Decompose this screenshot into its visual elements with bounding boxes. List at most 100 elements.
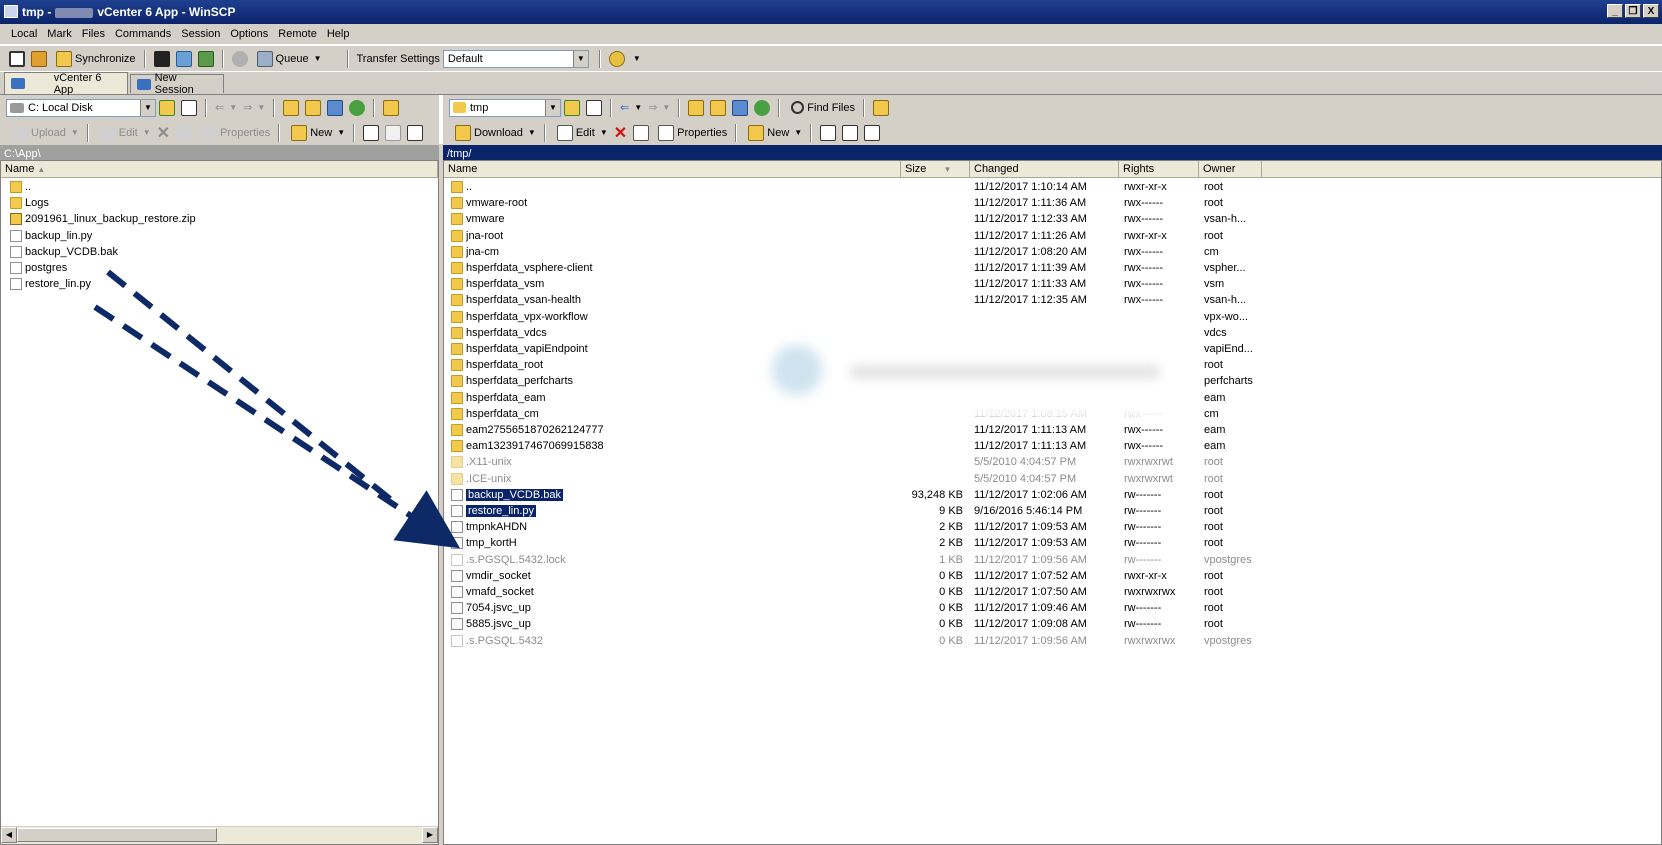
scroll-right-arrow-icon[interactable]: ▶ — [422, 827, 438, 843]
remote-col-owner[interactable]: Owner — [1199, 161, 1262, 177]
remote-file-row[interactable]: .s.PGSQL.5432 0 KB 11/12/2017 1:09:56 AM rw… — [444, 633, 1661, 649]
remote-col-size[interactable]: Size ▼ — [901, 161, 970, 177]
remote-col-name[interactable]: Name — [444, 161, 901, 177]
transfer-settings-select[interactable]: Default ▼ — [442, 49, 589, 68]
remote-file-row[interactable]: restore_lin.py 9 KB 9/16/2016 5:46:14 PM rw… — [444, 503, 1661, 519]
select-minus-icon[interactable] — [842, 124, 859, 141]
parent-directory-icon[interactable] — [688, 99, 705, 116]
rename-icon[interactable] — [176, 124, 193, 141]
preferences-gear-icon[interactable] — [231, 50, 248, 67]
compare-dirs-icon[interactable] — [31, 50, 47, 67]
putty-icon[interactable] — [175, 50, 192, 67]
open-directory-icon[interactable] — [564, 99, 580, 116]
select-plus-icon[interactable] — [820, 124, 837, 141]
remote-file-row[interactable]: .X11-unix 5/5/2010 4:04:57 PM rwxrwxrwt roo… — [444, 454, 1661, 470]
local-edit-button[interactable]: Edit ▼ — [97, 124, 151, 141]
refresh-icon[interactable] — [754, 99, 771, 116]
menu-help[interactable]: Help — [322, 24, 355, 40]
menu-options[interactable]: Options — [225, 24, 273, 40]
remote-col-rights[interactable]: Rights — [1119, 161, 1199, 177]
menu-local[interactable]: Local — [6, 24, 42, 40]
tree-icon[interactable] — [383, 99, 400, 116]
local-new-button[interactable]: New ▼ — [288, 124, 345, 141]
remote-file-row[interactable]: tmp_kortH 2 KB 11/12/2017 1:09:53 AM rw----… — [444, 535, 1661, 551]
remote-file-row[interactable]: eam1323917467069915838 11/12/2017 1:11:13… — [444, 438, 1661, 454]
menu-files[interactable]: Files — [77, 24, 110, 40]
back-button[interactable]: ⇐ ▼ — [215, 101, 237, 114]
tree-icon[interactable] — [872, 99, 889, 116]
home-directory-icon[interactable] — [732, 99, 749, 116]
local-horizontal-scrollbar[interactable]: ◀ ▶ — [1, 826, 438, 844]
rename-icon[interactable] — [633, 124, 650, 141]
chevron-down-icon[interactable]: ▼ — [633, 54, 641, 63]
filter-icon[interactable] — [181, 99, 197, 116]
remote-file-row[interactable]: tmpnkAHDN 2 KB 11/12/2017 1:09:53 AM rw----… — [444, 519, 1661, 535]
refresh-icon[interactable] — [197, 50, 214, 67]
tab-new-session[interactable]: New Session — [130, 72, 224, 96]
remote-file-row[interactable]: 5885.jsvc_up 0 KB 11/12/2017 1:09:08 AM rw-… — [444, 616, 1661, 632]
menu-remote[interactable]: Remote — [273, 24, 322, 40]
find-files-button[interactable]: Find Files — [788, 101, 855, 114]
minimize-button[interactable]: _ — [1607, 4, 1623, 18]
root-directory-icon[interactable] — [710, 99, 727, 116]
local-file-row[interactable]: .. — [1, 179, 438, 195]
forward-button[interactable]: ⇒ ▼ — [243, 101, 265, 114]
local-file-row[interactable]: 2091961_linux_backup_restore.zip — [1, 211, 438, 227]
remote-properties-button[interactable]: Properties — [655, 124, 727, 141]
remote-file-row[interactable]: vmdir_socket 0 KB 11/12/2017 1:07:52 AM rwx… — [444, 568, 1661, 584]
home-directory-icon[interactable] — [327, 99, 344, 116]
scroll-left-arrow-icon[interactable]: ◀ — [1, 827, 17, 843]
remote-file-row[interactable]: vmware-root 11/12/2017 1:11:36 AM rwx-----… — [444, 195, 1661, 211]
local-col-name[interactable]: Name ▲ — [1, 161, 438, 177]
remote-directory-select[interactable]: tmp ▼ — [449, 98, 561, 117]
remote-file-row[interactable]: backup_VCDB.bak 93,248 KB 11/12/2017 1:02:… — [444, 487, 1661, 503]
tab-session[interactable]: vCenter 6 App — [4, 72, 128, 96]
remote-file-row[interactable]: eam2755651870262124777 11/12/2017 1:11:13… — [444, 422, 1661, 438]
upload-button[interactable]: Upload ▼ — [9, 124, 79, 141]
local-properties-button[interactable]: Properties — [198, 124, 270, 141]
restore-button[interactable]: ❐ — [1625, 4, 1641, 18]
local-file-row[interactable]: backup_VCDB.bak — [1, 244, 438, 260]
remote-col-changed[interactable]: Changed — [970, 161, 1119, 177]
remote-file-row[interactable]: .s.PGSQL.5432.lock 1 KB 11/12/2017 1:09:56… — [444, 552, 1661, 568]
remote-file-row[interactable]: hsperfdata_vsan-health 11/12/2017 1:12:35… — [444, 292, 1661, 308]
filter-select-icon[interactable] — [407, 124, 424, 141]
parent-directory-icon[interactable] — [283, 99, 300, 116]
menu-mark[interactable]: Mark — [42, 24, 76, 40]
queue-button[interactable]: Queue ▼ — [254, 50, 322, 67]
remote-file-row[interactable]: jna-root 11/12/2017 1:11:26 AM rwxr-xr-x ro… — [444, 228, 1661, 244]
refresh-icon[interactable] — [349, 99, 366, 116]
transfer-presets-icon[interactable] — [608, 50, 625, 67]
local-file-row[interactable]: backup_lin.py — [1, 228, 438, 244]
local-file-row[interactable]: Logs — [1, 195, 438, 211]
remote-file-row[interactable]: vmafd_socket 0 KB 11/12/2017 1:07:50 AM rwx… — [444, 584, 1661, 600]
local-drive-select[interactable]: C: Local Disk ▼ — [6, 98, 156, 117]
remote-file-row[interactable]: vmware 11/12/2017 1:12:33 AM rwx------ vsan… — [444, 211, 1661, 227]
local-file-row[interactable]: postgres — [1, 260, 438, 276]
remote-file-row[interactable]: hsperfdata_vsm 11/12/2017 1:11:33 AM rwx--… — [444, 276, 1661, 292]
remote-edit-button[interactable]: Edit ▼ — [554, 124, 608, 141]
filter-icon[interactable] — [586, 99, 602, 116]
select-minus-icon[interactable] — [385, 124, 402, 141]
remote-file-row[interactable]: 7054.jsvc_up 0 KB 11/12/2017 1:09:46 AM rw-… — [444, 600, 1661, 616]
remote-delete-button[interactable]: ✕ — [614, 123, 627, 143]
download-button[interactable]: Download ▼ — [452, 124, 536, 141]
back-button[interactable]: ⇐ ▼ — [620, 101, 642, 114]
remote-file-row[interactable]: .ICE-unix 5/5/2010 4:04:57 PM rwxrwxrwt roo… — [444, 471, 1661, 487]
menu-session[interactable]: Session — [176, 24, 225, 40]
open-directory-icon[interactable] — [159, 99, 175, 116]
menu-commands[interactable]: Commands — [110, 24, 176, 40]
scrollbar-thumb[interactable] — [17, 828, 217, 842]
local-delete-button[interactable]: ✕ — [157, 123, 170, 143]
add-session-icon[interactable] — [9, 50, 25, 67]
local-file-row[interactable]: restore_lin.py — [1, 276, 438, 292]
forward-button[interactable]: ⇒ ▼ — [648, 101, 670, 114]
remote-file-row[interactable]: .. 11/12/2017 1:10:14 AM rwxr-xr-x root — [444, 179, 1661, 195]
select-plus-icon[interactable] — [363, 124, 380, 141]
filter-select-icon[interactable] — [864, 124, 881, 141]
console-icon[interactable] — [153, 50, 170, 67]
remote-file-row[interactable]: hsperfdata_vsphere-client 11/12/2017 1:11… — [444, 260, 1661, 276]
remote-file-row[interactable]: jna-cm 11/12/2017 1:08:20 AM rwx------ cm — [444, 244, 1661, 260]
remote-file-row[interactable]: hsperfdata_vpx-workflow vpx-wo... — [444, 309, 1661, 325]
remote-new-button[interactable]: New ▼ — [745, 124, 802, 141]
